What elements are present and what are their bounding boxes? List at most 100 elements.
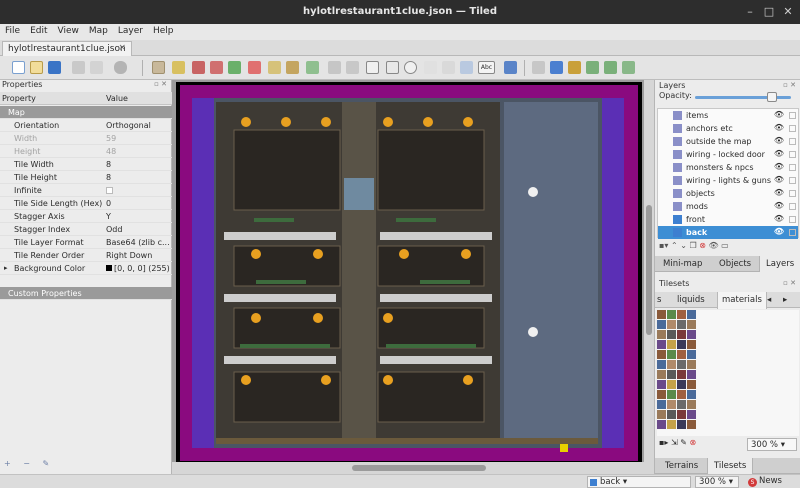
expand-icon[interactable]: ▸ <box>4 264 8 272</box>
tileset-tile[interactable] <box>657 320 666 329</box>
menu-file[interactable]: File <box>0 24 25 36</box>
layer-row[interactable]: wiring - lights & guns 👁 <box>658 174 798 187</box>
commands-icon[interactable] <box>114 61 127 74</box>
insert-polygon-icon[interactable] <box>424 61 437 74</box>
tileset-tile[interactable] <box>657 360 666 369</box>
lock-other-layers-icon[interactable]: ▭ <box>721 241 729 250</box>
visibility-eye-icon[interactable]: 👁 <box>774 214 784 223</box>
layer-row[interactable]: monsters & npcs 👁 <box>658 161 798 174</box>
open-file-icon[interactable] <box>30 61 43 74</box>
tab-layers[interactable]: Layers <box>759 256 800 272</box>
property-value[interactable]: 0 <box>106 199 170 208</box>
stamp-options-icon[interactable] <box>622 61 635 74</box>
tileset-tile[interactable] <box>667 420 676 429</box>
layer-row[interactable]: anchors etc 👁 <box>658 122 798 135</box>
menu-edit[interactable]: Edit <box>25 24 52 36</box>
tileset-tile[interactable] <box>677 310 686 319</box>
visibility-eye-icon[interactable]: 👁 <box>774 175 784 184</box>
raise-layer-icon[interactable]: ⌃ <box>671 241 678 250</box>
rotate-left-icon[interactable] <box>586 61 599 74</box>
tileset-tile[interactable] <box>687 320 696 329</box>
visibility-eye-icon[interactable]: 👁 <box>774 227 784 236</box>
layer-row[interactable]: back 👁 <box>658 226 798 239</box>
tileset-tile[interactable] <box>667 360 676 369</box>
visibility-eye-icon[interactable]: 👁 <box>774 110 784 119</box>
tileset-tile[interactable] <box>657 310 666 319</box>
tab-tileset-partial[interactable]: s <box>657 295 661 305</box>
property-row[interactable]: ▸ Background Color [0, 0, 0] (255) <box>0 262 172 275</box>
panel-close-icon[interactable]: ▫ ✕ <box>783 81 796 89</box>
custom-properties-section[interactable]: Custom Properties <box>0 287 172 300</box>
tileset-tile[interactable] <box>677 420 686 429</box>
tileset-tile[interactable] <box>657 330 666 339</box>
tileset-tile[interactable] <box>687 400 696 409</box>
tileset-tile[interactable] <box>687 390 696 399</box>
tileset-tile[interactable] <box>677 320 686 329</box>
map-view[interactable] <box>176 82 642 466</box>
tileset-tile[interactable] <box>657 350 666 359</box>
flip-vertical-icon[interactable] <box>568 61 581 74</box>
property-value[interactable]: Base64 (zlib c... <box>106 238 170 247</box>
tileset-tile[interactable] <box>687 410 696 419</box>
undo-icon[interactable] <box>72 61 85 74</box>
new-tileset-icon[interactable]: ▪▸ <box>659 438 668 447</box>
tileset-tile[interactable] <box>657 390 666 399</box>
rotate-right-icon[interactable] <box>604 61 617 74</box>
insert-ellipse-icon[interactable] <box>404 61 417 74</box>
new-map-icon[interactable] <box>12 61 25 74</box>
opacity-slider-handle[interactable] <box>766 92 777 102</box>
visibility-eye-icon[interactable]: 👁 <box>774 136 784 145</box>
lock-checkbox[interactable] <box>789 125 796 132</box>
lock-checkbox[interactable] <box>789 229 796 236</box>
select-layer-icon[interactable] <box>504 61 517 74</box>
lock-checkbox[interactable] <box>789 177 796 184</box>
document-tab[interactable]: hylotlrestaurant1clue.json × <box>2 41 132 56</box>
tileset-tile[interactable] <box>677 380 686 389</box>
property-value[interactable]: 8 <box>106 160 170 169</box>
tileset-tile[interactable] <box>677 370 686 379</box>
tileset-view[interactable] <box>657 310 799 436</box>
tileset-tile[interactable] <box>667 400 676 409</box>
stamp-brush-icon[interactable] <box>152 61 165 74</box>
menu-help[interactable]: Help <box>148 24 179 36</box>
select-objects-icon[interactable] <box>306 61 319 74</box>
menu-view[interactable]: View <box>53 24 84 36</box>
vertical-scroll-thumb[interactable] <box>646 205 652 335</box>
import-tileset-icon[interactable]: ⇲ <box>671 438 678 447</box>
property-row[interactable]: Infinite <box>0 184 172 197</box>
news-button[interactable]: S News <box>748 476 782 487</box>
layer-row[interactable]: wiring - locked door 👁 <box>658 148 798 161</box>
insert-point-icon[interactable] <box>386 61 399 74</box>
tileset-tile[interactable] <box>667 390 676 399</box>
tileset-tile[interactable] <box>677 350 686 359</box>
insert-tile-icon[interactable] <box>460 61 473 74</box>
infinite-checkbox[interactable] <box>106 187 113 194</box>
menu-layer[interactable]: Layer <box>113 24 148 36</box>
visibility-eye-icon[interactable]: 👁 <box>774 188 784 197</box>
zoom-select[interactable]: 300 % ▾ <box>695 476 739 488</box>
flip-horizontal-icon[interactable] <box>550 61 563 74</box>
tileset-tile[interactable] <box>657 400 666 409</box>
tab-objects[interactable]: Objects <box>719 259 751 269</box>
visibility-eye-icon[interactable]: 👁 <box>774 162 784 171</box>
save-icon[interactable] <box>48 61 61 74</box>
property-value[interactable]: 48 <box>106 147 170 156</box>
tileset-tile[interactable] <box>677 390 686 399</box>
color-swatch[interactable] <box>106 265 112 271</box>
lock-checkbox[interactable] <box>789 138 796 145</box>
map-section[interactable]: Map <box>0 106 172 119</box>
close-icon[interactable]: ✕ <box>780 4 796 20</box>
lock-checkbox[interactable] <box>789 203 796 210</box>
tileset-tile[interactable] <box>657 410 666 419</box>
visibility-eye-icon[interactable]: 👁 <box>774 123 784 132</box>
tileset-tile[interactable] <box>677 360 686 369</box>
delete-layer-icon[interactable]: ⊗ <box>699 241 706 250</box>
tileset-tile[interactable] <box>687 310 696 319</box>
lock-checkbox[interactable] <box>789 190 796 197</box>
horizontal-scrollbar[interactable] <box>172 462 654 474</box>
vertical-scrollbar[interactable] <box>644 80 654 462</box>
rotate-icon[interactable] <box>346 61 359 74</box>
rect-select-icon[interactable] <box>248 61 261 74</box>
select-same-icon[interactable] <box>286 61 299 74</box>
property-value[interactable]: 59 <box>106 134 170 143</box>
